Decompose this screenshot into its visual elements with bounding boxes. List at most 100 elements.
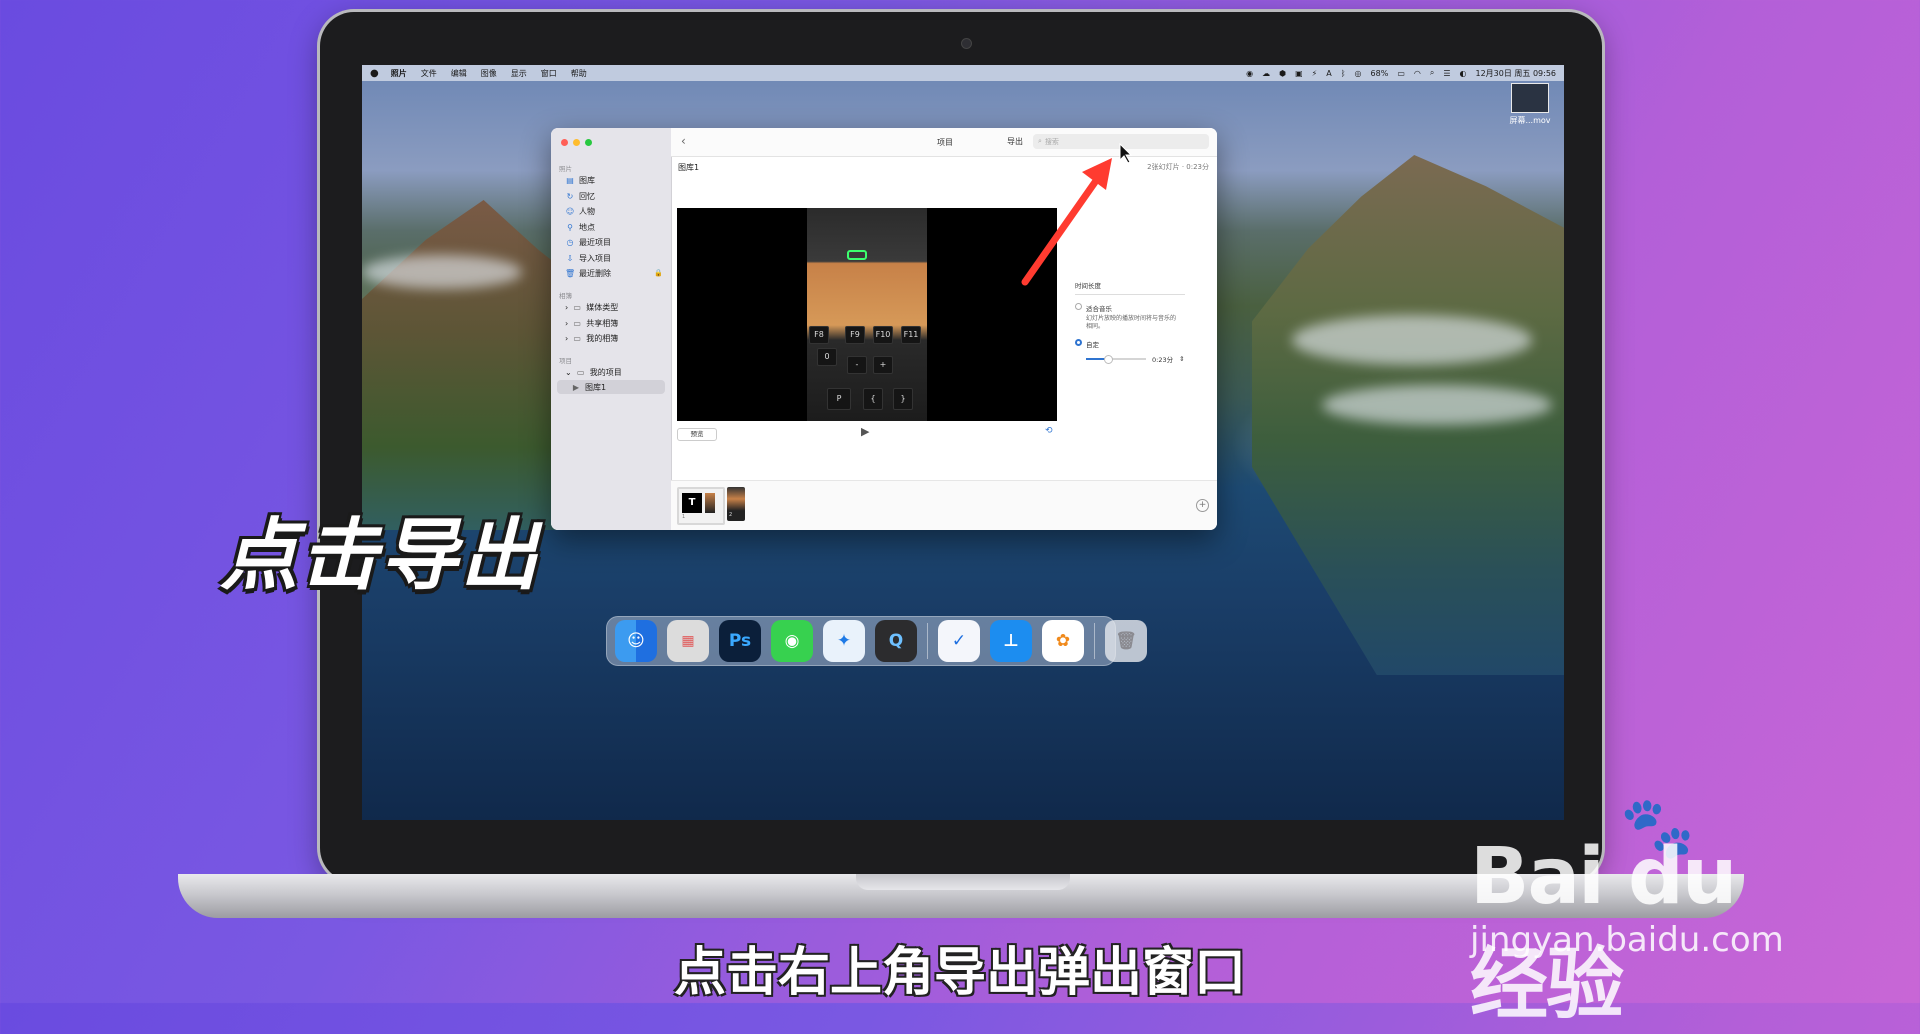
menu-image[interactable]: 图像 xyxy=(481,68,497,79)
sidebar-item-recently-deleted[interactable]: 🗑 最近删除 xyxy=(565,266,611,280)
wifi-icon[interactable]: ◠ xyxy=(1414,69,1421,78)
add-slide-button[interactable]: + xyxy=(1196,499,1209,512)
record-status-icon[interactable]: ◉ xyxy=(1246,69,1253,78)
bolt-status-icon[interactable]: ⚡ xyxy=(1312,69,1318,78)
menu-help[interactable]: 帮助 xyxy=(571,68,587,79)
sidebar-item-my-projects[interactable]: ⌄ ▭ 我的项目 xyxy=(565,365,622,379)
folder-icon: ▭ xyxy=(576,367,585,377)
sidebar-item-label: 导入项目 xyxy=(579,253,611,263)
stepper-icon[interactable]: ⇕ xyxy=(1179,355,1184,363)
baidu-watermark: 🐾 Bai du 经验 jingyan.baidu.com xyxy=(1470,792,1830,1030)
sidebar-item-imports[interactable]: ⇩ 导入项目 xyxy=(565,251,611,265)
folder-icon: ▭ xyxy=(573,302,581,312)
sidebar-item-label: 最近项目 xyxy=(579,237,611,247)
recents-icon: ◷ xyxy=(566,237,574,247)
menu-window[interactable]: 窗口 xyxy=(541,68,557,79)
sidebar-item-media-types[interactable]: › ▭ 媒体类型 xyxy=(565,300,618,314)
cloud-status-icon[interactable]: ☁ xyxy=(1262,69,1270,78)
keycap: F10 xyxy=(873,326,893,344)
keynote-icon[interactable]: ⊥ xyxy=(990,620,1032,662)
sidebar-item-places[interactable]: ⚲ 地点 xyxy=(565,220,595,234)
messages-icon[interactable]: ◉ xyxy=(771,620,813,662)
wallpaper-mist xyxy=(362,255,522,289)
photoshop-icon[interactable]: Ps xyxy=(719,620,761,662)
search-icon: ⌕ xyxy=(1038,137,1042,145)
search-input[interactable]: ⌕ 搜索 xyxy=(1033,134,1209,149)
menu-file[interactable]: 文件 xyxy=(421,68,437,79)
sidebar-item-shared-albums[interactable]: › ▭ 共享相簿 xyxy=(565,316,618,330)
apple-menu-icon[interactable]: ● xyxy=(370,68,379,79)
fit-music-description: 幻灯片放映的播放时间将与音乐的相同。 xyxy=(1086,315,1177,330)
chevron-right-icon[interactable]: › xyxy=(565,303,568,312)
sidebar-section-projects: 项目 xyxy=(559,357,572,365)
photos-app-icon[interactable]: ✿ xyxy=(1042,620,1084,662)
menu-bar: ● 照片 文件 编辑 图像 显示 窗口 帮助 ◉ ☁ ⬢ ▣ ⚡ A ᛒ ◎ 6… xyxy=(362,65,1564,81)
loop-icon[interactable]: ⟲ xyxy=(1045,426,1053,436)
trash-bin-icon[interactable]: 🗑 xyxy=(1105,620,1147,662)
bluetooth-icon[interactable]: ᛒ xyxy=(1341,69,1346,78)
duration-slider[interactable]: 0:23分 ⇕ xyxy=(1086,354,1211,364)
dingtalk-icon[interactable]: ✓ xyxy=(938,620,980,662)
memories-icon: ↻ xyxy=(566,191,574,201)
safari-icon[interactable]: ✦ xyxy=(823,620,865,662)
back-chevron-icon[interactable]: ‹ xyxy=(681,134,686,148)
export-button[interactable]: 导出 xyxy=(1007,136,1023,147)
menubar-clock[interactable]: 12月30日 周五 09:56 xyxy=(1476,68,1557,79)
sidebar: 照片 ▤ 图库 ↻ 回忆 ☺ 人物 ⚲ 地点 ◷ 最近项目 ⇩ 导入项目 🗑 最近删除 🔒 相… xyxy=(551,128,672,530)
launchpad-icon[interactable]: ▦ xyxy=(667,620,709,662)
main-content: ‹ 项目 导出 ⌕ 搜索 图库1 2张幻灯片 · 0:23分 F8 F9 F10… xyxy=(671,128,1217,530)
slider-track[interactable] xyxy=(1086,355,1146,364)
watermark-url: jingyan.baidu.com xyxy=(1470,920,1784,960)
sidebar-item-library[interactable]: ▤ 图库 xyxy=(565,173,595,187)
imports-icon: ⇩ xyxy=(566,253,574,263)
slide-thumbnail[interactable]: 2 xyxy=(727,487,745,521)
slideshow-meta: 2张幻灯片 · 0:23分 xyxy=(1147,163,1209,171)
sidebar-item-memories[interactable]: ↻ 回忆 xyxy=(565,189,595,203)
sidebar-item-label: 媒体类型 xyxy=(586,302,619,312)
play-icon[interactable]: ▶ xyxy=(861,425,869,438)
close-window-button[interactable] xyxy=(561,139,568,146)
radio-off-icon[interactable] xyxy=(1075,303,1082,310)
minimize-window-button[interactable] xyxy=(573,139,580,146)
lock-icon: 🔒 xyxy=(654,269,663,277)
keycap: P xyxy=(827,388,851,410)
quicktime-icon[interactable]: Q xyxy=(875,620,917,662)
search-placeholder: 搜索 xyxy=(1044,137,1059,146)
slider-knob[interactable] xyxy=(1104,355,1113,364)
desktop-file-name: 屏幕...mov xyxy=(1509,116,1551,125)
slideshow-preview[interactable]: F8 F9 F10 F11 0 - + P { } xyxy=(677,208,1057,421)
shield-status-icon[interactable]: ⬢ xyxy=(1279,69,1286,78)
menu-view[interactable]: 显示 xyxy=(511,68,527,79)
finder-icon[interactable]: ☺ xyxy=(615,620,657,662)
sidebar-item-label: 图库 xyxy=(579,175,595,185)
sidebar-item-my-albums[interactable]: › ▭ 我的相簿 xyxy=(565,331,618,345)
sidebar-item-slideshow[interactable]: ▶ 图库1 xyxy=(557,380,665,394)
battery-percent[interactable]: 68% xyxy=(1371,69,1389,78)
sidebar-item-recents[interactable]: ◷ 最近项目 xyxy=(565,235,612,249)
slide-thumbnail[interactable]: T 1 xyxy=(677,487,725,525)
keycap: + xyxy=(873,356,893,374)
desktop-file[interactable]: 屏幕...mov xyxy=(1506,83,1554,126)
sidebar-item-label: 最近删除 xyxy=(579,268,611,278)
chevron-right-icon[interactable]: › xyxy=(565,334,568,343)
control-center-icon[interactable]: ☰ xyxy=(1443,69,1450,78)
tool-status-icon[interactable]: ▣ xyxy=(1295,69,1303,78)
sidebar-item-people[interactable]: ☺ 人物 xyxy=(565,204,595,218)
zoom-window-button[interactable] xyxy=(585,139,592,146)
custom-option[interactable]: 自定 xyxy=(1075,339,1211,349)
radio-on-icon[interactable] xyxy=(1075,339,1082,346)
input-method-icon[interactable]: A xyxy=(1326,69,1331,78)
filmstrip: T 1 2 + xyxy=(671,480,1217,530)
user-status-icon[interactable]: ◎ xyxy=(1355,69,1362,78)
chevron-down-icon[interactable]: ⌄ xyxy=(565,368,572,377)
toolbar: ‹ 项目 导出 ⌕ 搜索 xyxy=(671,128,1217,157)
spotlight-icon[interactable]: ⌕ xyxy=(1430,68,1434,78)
sidebar-section-albums: 相簿 xyxy=(559,292,572,300)
siri-icon[interactable]: ◐ xyxy=(1460,69,1467,78)
preview-button[interactable]: 预览 xyxy=(677,428,717,441)
menu-edit[interactable]: 编辑 xyxy=(451,68,467,79)
chevron-right-icon[interactable]: › xyxy=(565,319,568,328)
menu-app[interactable]: 照片 xyxy=(391,68,407,79)
battery-icon[interactable]: ▭ xyxy=(1397,69,1405,78)
fit-music-option[interactable]: 适合音乐 xyxy=(1075,303,1211,313)
